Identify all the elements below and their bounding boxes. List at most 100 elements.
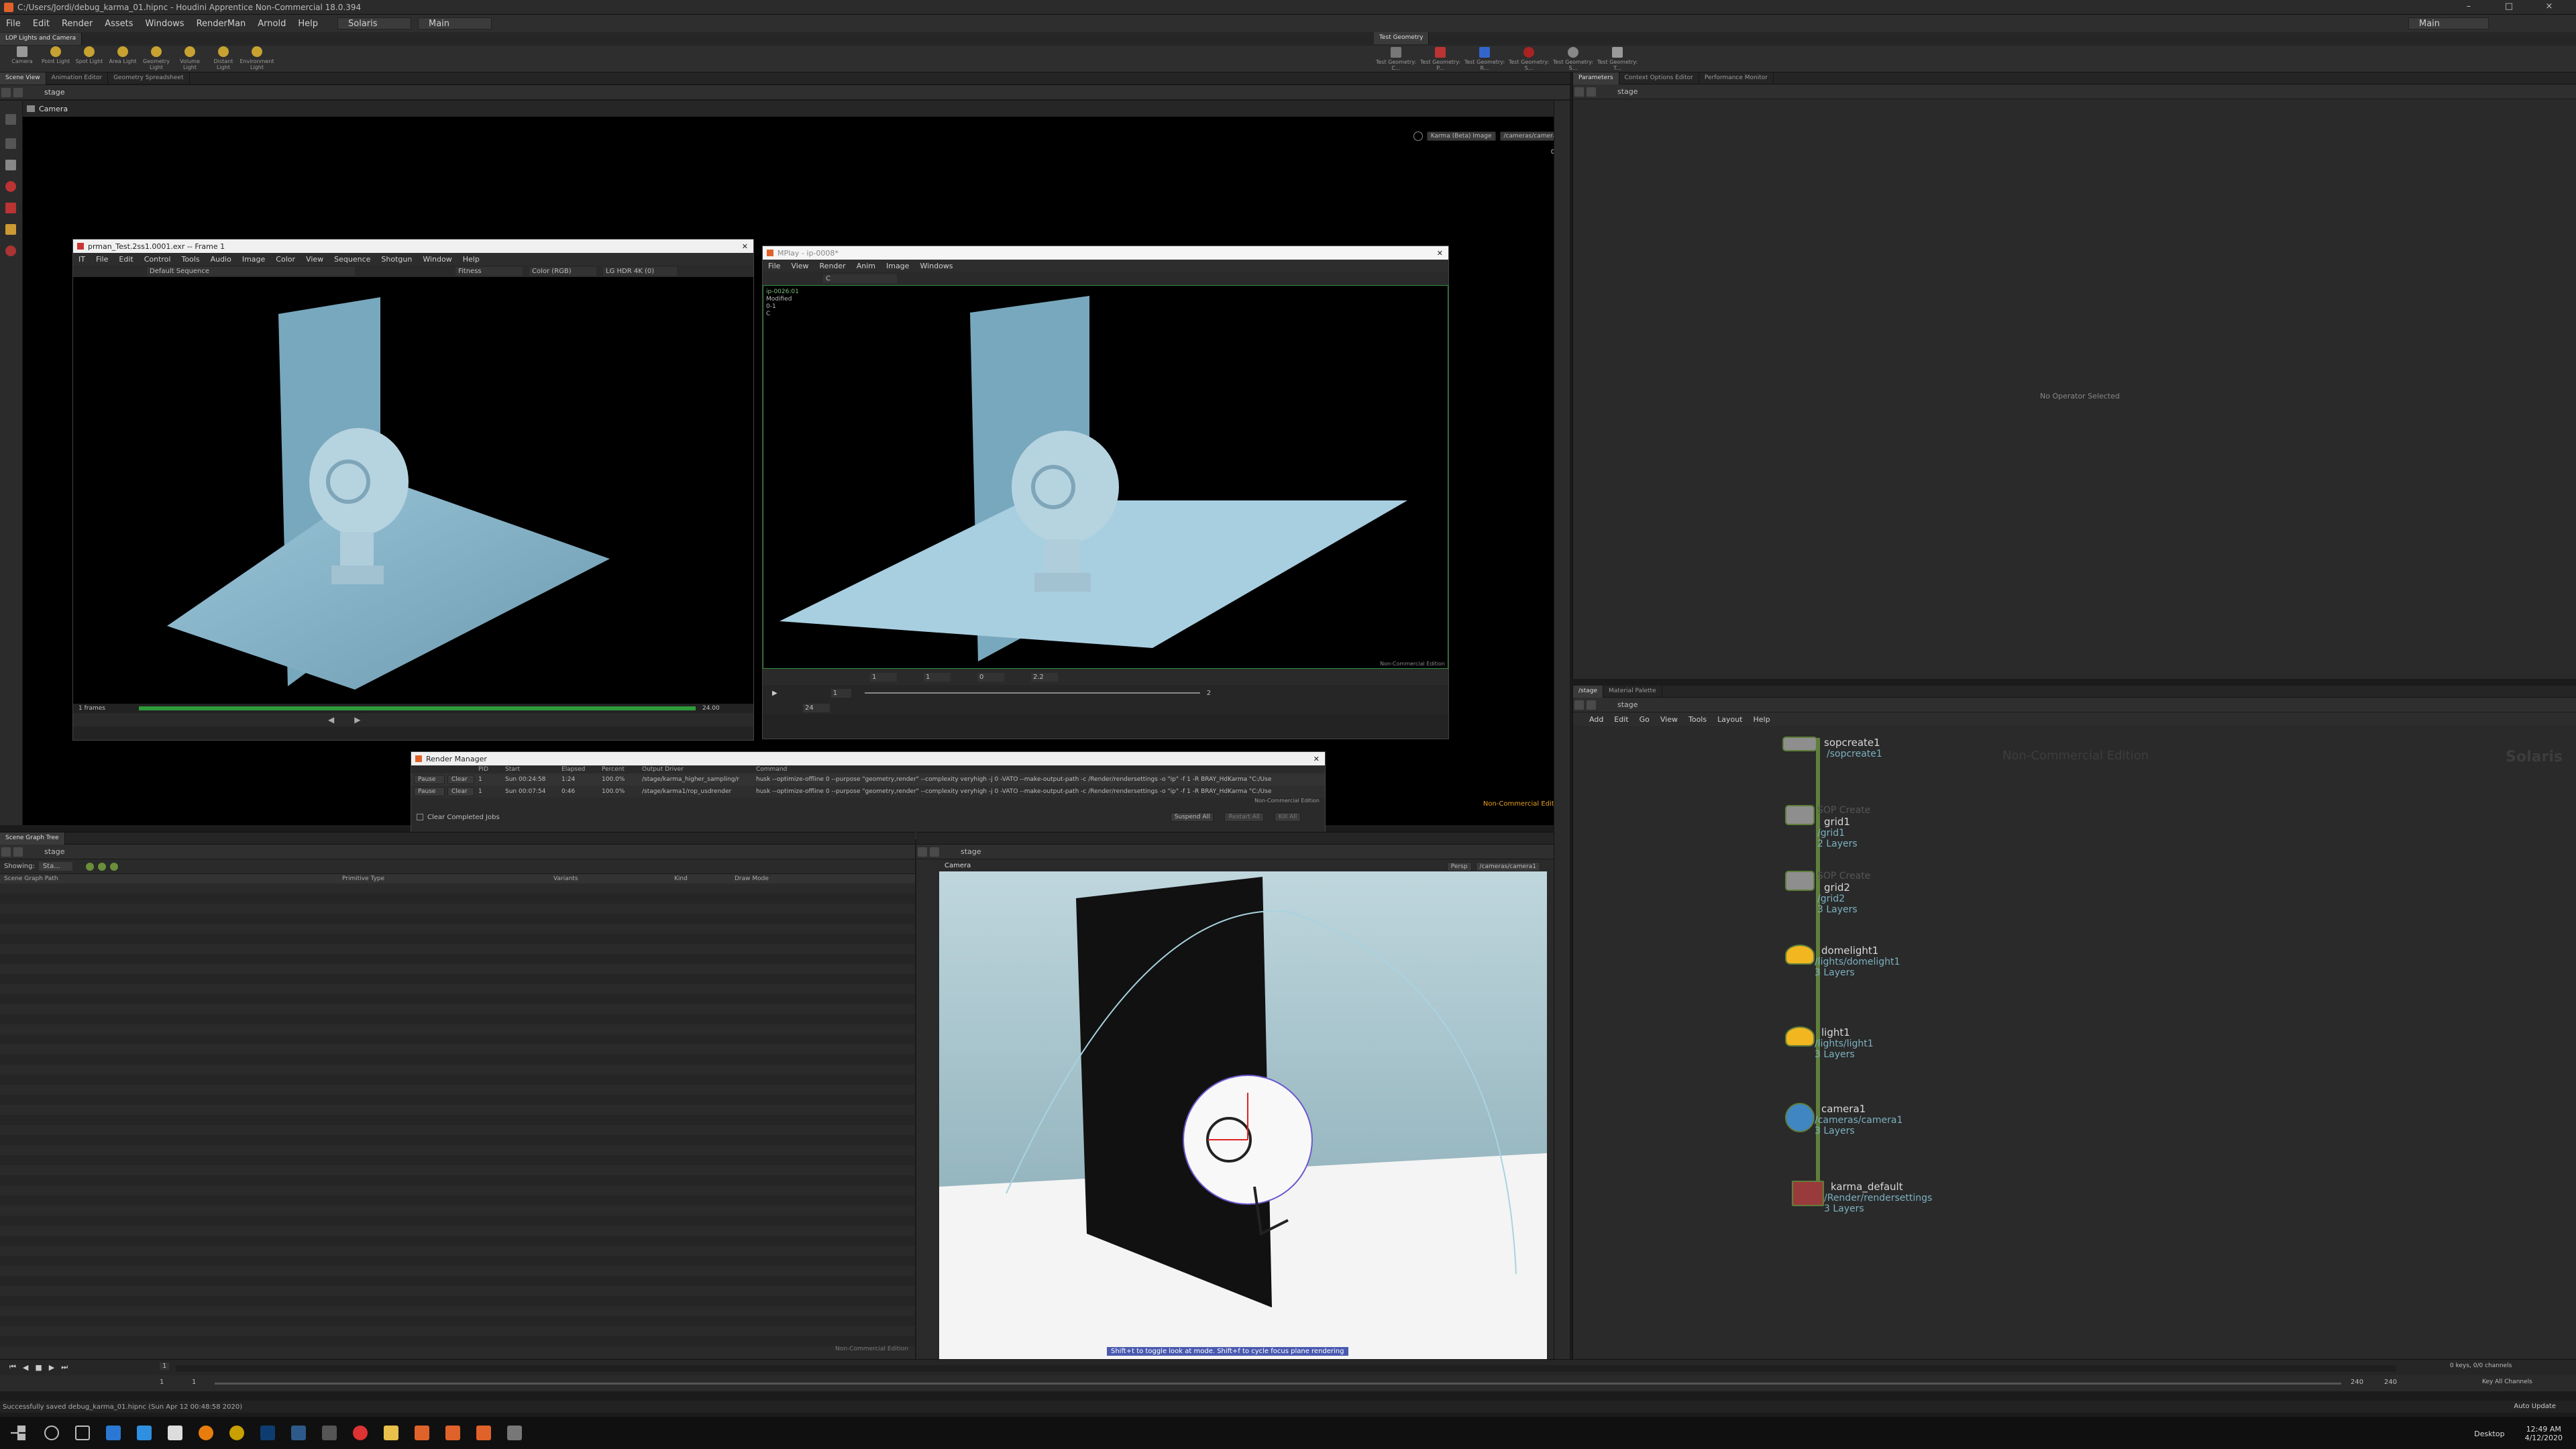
shelf-tab-lights[interactable]: LOP Lights and Camera [0,33,83,45]
range-end[interactable]: 240 [2351,1379,2363,1386]
minimize-button[interactable]: – [2449,1,2489,11]
bottom-camera-select[interactable]: /cameras/camera1 [1475,862,1540,871]
shelf-tool-test-geo-5[interactable]: Test Geometry: S... [1551,47,1595,72]
tab-scene-view[interactable]: Scene View [0,72,46,85]
maximize-button[interactable]: □ [2489,1,2529,11]
suspend-all-button[interactable]: Suspend All [1170,812,1214,822]
it-menu-file[interactable]: File [91,255,113,264]
mplay-menu-render[interactable]: Render [814,262,851,270]
mplay-menu-image[interactable]: Image [881,262,914,270]
it-menu-it[interactable]: IT [73,255,91,264]
jump-start-icon[interactable]: ⏮ [9,1362,16,1372]
forward-button[interactable] [930,847,939,857]
pause-button[interactable]: Pause [414,787,445,796]
shelf-tool-environment-light[interactable]: Environment Light [239,46,274,72]
network-menu-view[interactable]: View [1655,715,1683,724]
bottom-viewport-path[interactable]: stage [961,847,981,856]
shelf-tool-distant-light[interactable]: Distant Light [207,46,240,72]
kill-all-button[interactable]: Kill All [1274,812,1301,822]
tab-animation-editor[interactable]: Animation Editor [46,72,109,85]
menu-help[interactable]: Help [292,19,324,29]
forward-button[interactable] [13,87,23,97]
mplay-image-area[interactable]: ip-0026:01 Modified 0-1 C Non-Commercial… [763,285,1448,669]
mplay-menu-view[interactable]: View [786,262,814,270]
range-start-2[interactable]: 1 [192,1379,196,1386]
showing-select[interactable]: Sta... [38,862,72,871]
it-menu-edit[interactable]: Edit [113,255,138,264]
node-camera1[interactable]: camera1/cameras/camera1 3 Layers [1785,1103,1902,1136]
network-path[interactable]: stage [1617,700,1638,709]
shelf-tool-spot-light[interactable]: Spot Light [72,46,106,72]
render-job-row[interactable]: Pause Clear 1 Sun 00:07:54 0:46 100.0% /… [411,786,1325,798]
mplay-value-1[interactable]: 1 [870,672,897,682]
stop-icon[interactable]: ■ [35,1363,42,1372]
range-start[interactable]: 1 [160,1379,164,1386]
shelf-tool-test-geo-2[interactable]: Test Geometry: P... [1418,47,1462,72]
layout-select[interactable]: Main [418,17,492,30]
houdini-icon[interactable] [415,1426,429,1440]
node-light1[interactable]: light1/lights/light1 3 Layers [1785,1026,1874,1060]
pause-button[interactable]: Pause [414,775,445,784]
it-sequence-select[interactable]: Default Sequence [147,266,355,276]
menu-arnold[interactable]: Arnold [252,19,292,29]
menu-render[interactable]: Render [56,19,99,29]
col-draw-mode[interactable]: Draw Mode [735,875,769,882]
shelf-tool-test-geo-1[interactable]: Test Geometry: C... [1374,47,1418,72]
blender-icon[interactable] [199,1426,213,1440]
shelf-tool-test-geo-6[interactable]: Test Geometry: T... [1595,47,1640,72]
network-menu-layout[interactable]: Layout [1712,715,1748,724]
back-button[interactable] [918,847,927,857]
restart-all-button[interactable]: Restart All [1224,812,1264,822]
tab-geometry-spreadsheet[interactable]: Geometry Spreadsheet [108,72,190,85]
network-menu-help[interactable]: Help [1748,715,1776,724]
folder-icon[interactable] [384,1426,398,1440]
tab-parameters[interactable]: Parameters [1573,72,1619,85]
node-grid2[interactable]: SOP Create grid2/grid2 3 Layers [1785,871,1870,915]
tab-scene-graph-tree[interactable]: Scene Graph Tree [0,832,65,845]
it-play-icon[interactable]: ▶ [354,715,360,724]
menu-windows[interactable]: Windows [140,19,191,29]
it-menu-shotgun[interactable]: Shotgun [376,255,417,264]
lock-icon[interactable] [5,160,16,170]
clock[interactable]: 12:49 AM 4/12/2020 [2525,1425,2563,1442]
mplay-frame[interactable]: 1 [830,688,851,698]
back-button[interactable] [1574,87,1584,97]
mplay-menu-file[interactable]: File [763,262,786,270]
menu-file[interactable]: File [0,19,27,29]
range-end-2[interactable]: 240 [2384,1379,2397,1386]
scene-graph-path[interactable]: stage [44,847,65,856]
it-channel-select[interactable]: Color (RGB) [529,266,596,276]
menu-edit[interactable]: Edit [27,19,56,29]
it-menu-window[interactable]: Window [417,255,457,264]
magnet-icon[interactable] [5,246,16,256]
it-frame-slider[interactable] [138,706,696,710]
tab-performance-monitor[interactable]: Performance Monitor [1699,72,1774,85]
play-icon[interactable]: ▶ [49,1363,54,1372]
houdini-icon[interactable] [476,1426,491,1440]
persp-select[interactable]: Persp [1446,862,1472,871]
it-prev-icon[interactable]: ◀ [328,715,334,724]
stage-path[interactable]: stage [44,88,65,97]
current-frame[interactable]: 1 [160,1362,170,1370]
col-kind[interactable]: Kind [674,875,735,882]
shelf-tool-area-light[interactable]: Area Light [106,46,140,72]
col-scene-graph-path[interactable]: Scene Graph Path [0,875,342,882]
network-menu-edit[interactable]: Edit [1609,715,1633,724]
step-back-icon[interactable]: ◀ [23,1363,28,1372]
tab-material-palette[interactable]: Material Palette [1603,685,1662,698]
light-tool-icon[interactable] [5,181,16,192]
handle-tool-icon[interactable] [5,203,16,213]
move-tool-icon[interactable] [5,138,16,149]
app-icon[interactable] [168,1426,182,1440]
photoshop-icon[interactable] [260,1426,275,1440]
desktop-label[interactable]: Desktop [2474,1430,2504,1438]
renderer-select[interactable]: Karma (Beta) Image [1426,131,1496,141]
filter-icon[interactable] [97,862,106,871]
it-display-select[interactable]: LG HDR 4K (0) [603,266,677,276]
it-menu-sequence[interactable]: Sequence [329,255,376,264]
desktop-select[interactable]: Solaris [337,17,411,30]
mplay-channel-select[interactable]: C [823,274,897,283]
scene-graph-rows[interactable] [0,883,915,1346]
mplay-play-icon[interactable]: ▶ [772,690,777,697]
right-layout-select[interactable]: Main [2408,17,2489,30]
